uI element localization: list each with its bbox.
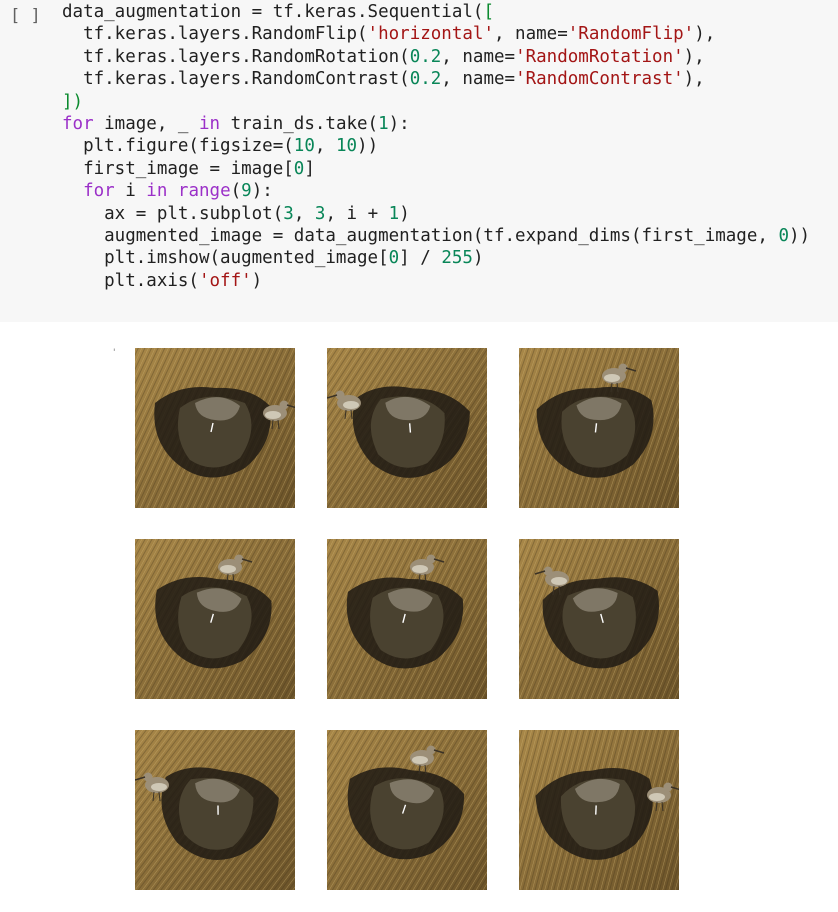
code-token: plt.axis( (62, 270, 199, 291)
code-token: ) (399, 203, 410, 224)
augmented-image-1 (135, 348, 295, 508)
code-token: 0 (388, 248, 400, 269)
code-token: ( (230, 181, 242, 202)
code-token: 0.2 (409, 46, 442, 67)
code-line: ]) (62, 91, 810, 113)
code-token: ), (683, 69, 705, 90)
code-line: tf.keras.layers.RandomFlip('horizontal',… (62, 23, 810, 45)
code-token: 0 (293, 158, 305, 179)
code-token: data_augmentation = tf.keras.Sequential( (62, 2, 484, 22)
code-token: 0.2 (409, 69, 442, 90)
code-editor[interactable]: data_augmentation = tf.keras.Sequential(… (62, 1, 810, 292)
code-token: ), (694, 24, 716, 45)
code-token: 'horizontal' (367, 24, 494, 45)
code-line: tf.keras.layers.RandomContrast(0.2, name… (62, 68, 810, 90)
augmented-image-2 (327, 348, 487, 508)
code-line: plt.figure(figsize=(10, 10)) (62, 135, 810, 157)
code-token: ]) (62, 91, 84, 112)
code-token: 'RandomFlip' (567, 24, 695, 45)
code-token: 1 (378, 114, 389, 135)
code-token: )) (357, 136, 379, 157)
code-line: for i in range(9): (62, 180, 810, 202)
code-token: 'RandomContrast' (515, 69, 684, 90)
code-token: train_ds.take( (220, 114, 379, 135)
code-token: 1 (388, 203, 400, 224)
code-token: ) (251, 270, 263, 291)
code-line: tf.keras.layers.RandomRotation(0.2, name… (62, 46, 810, 68)
code-token: ax = plt.subplot( (62, 203, 284, 224)
code-token: tf.keras.layers.RandomContrast( (62, 69, 410, 90)
code-token: tf.keras.layers.RandomFlip( (62, 24, 368, 45)
code-token: , (293, 203, 315, 224)
code-line: plt.imshow(augmented_image[0] / 255) (62, 247, 810, 269)
axis-tick-mark: ' (113, 348, 116, 358)
code-token: , name= (493, 24, 568, 45)
code-token: in (198, 114, 221, 135)
code-token: 'RandomRotation' (515, 46, 684, 67)
code-token: range (177, 181, 231, 202)
code-token: 3 (283, 203, 294, 224)
code-token: ): (251, 181, 273, 202)
code-token: 9 (241, 181, 252, 202)
code-token: [ (483, 2, 494, 22)
code-token: tf.keras.layers.RandomRotation( (62, 46, 410, 67)
code-token: for (62, 114, 94, 135)
code-token: , (314, 136, 336, 157)
code-line: plt.axis('off') (62, 270, 810, 292)
code-token: ] / (399, 248, 442, 269)
code-token: 10 (335, 136, 358, 157)
code-token: ): (388, 114, 410, 135)
code-token: first_image = image[ (62, 158, 294, 179)
code-token: 255 (441, 248, 473, 269)
code-token: ) (472, 248, 484, 269)
code-line: augmented_image = data_augmentation(tf.e… (62, 225, 810, 247)
code-token: ), (683, 46, 705, 67)
run-cell-button[interactable]: [ ] (10, 5, 41, 27)
code-token: ] (304, 158, 315, 179)
augmented-image-7 (135, 730, 295, 890)
code-token: plt.imshow(augmented_image[ (62, 248, 389, 269)
code-token: in (146, 181, 168, 202)
augmented-image-9 (519, 730, 679, 890)
code-token: , name= (441, 69, 516, 90)
code-token: 'off' (198, 270, 252, 291)
code-token: for (83, 181, 115, 202)
code-cell[interactable]: [ ] data_augmentation = tf.keras.Sequent… (0, 0, 838, 322)
code-token: plt.figure(figsize=( (62, 136, 294, 157)
augmented-image-6 (519, 539, 679, 699)
code-line: for image, _ in train_ds.take(1): (62, 113, 810, 135)
code-line: ax = plt.subplot(3, 3, i + 1) (62, 203, 810, 225)
code-line: data_augmentation = tf.keras.Sequential(… (62, 1, 810, 23)
code-token: image, _ (93, 114, 199, 135)
code-token: , name= (441, 46, 516, 67)
code-token: 10 (293, 136, 315, 157)
code-token: i (114, 181, 147, 202)
augmented-image-5 (327, 539, 487, 699)
augmented-image-8 (327, 730, 487, 890)
augmented-image-3 (519, 348, 679, 508)
augmented-image-4 (135, 539, 295, 699)
code-token: , i + (325, 203, 389, 224)
code-token: augmented_image = data_augmentation(tf.e… (62, 226, 779, 247)
code-token: 0 (778, 226, 789, 247)
code-line: first_image = image[0] (62, 158, 810, 180)
code-token: )) (789, 226, 811, 247)
code-token: 3 (314, 203, 326, 224)
